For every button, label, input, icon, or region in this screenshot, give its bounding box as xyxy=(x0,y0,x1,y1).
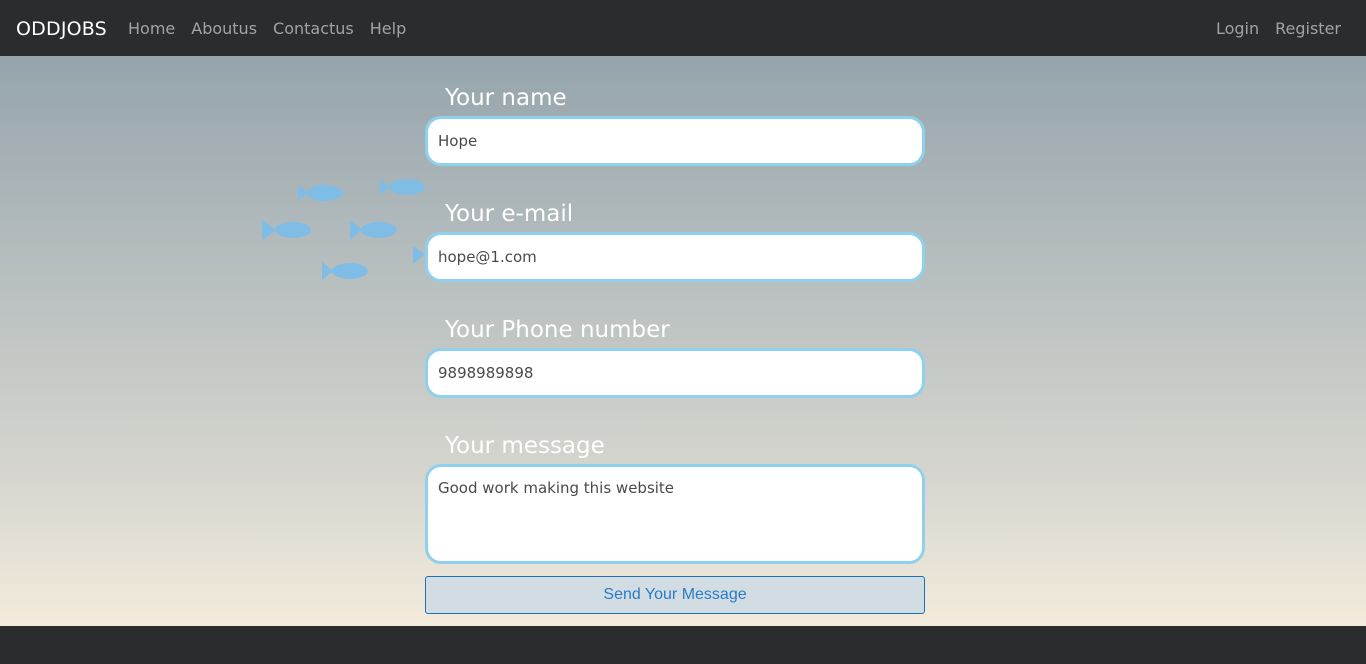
top-navbar: ODDJOBS Home Aboutus Contactus Help Logi… xyxy=(0,0,1366,56)
email-field-group: Your e-mail xyxy=(425,196,925,282)
send-message-button[interactable]: Send Your Message xyxy=(425,576,925,614)
phone-input[interactable] xyxy=(425,348,925,398)
fish-icon xyxy=(298,185,343,201)
email-input[interactable] xyxy=(425,232,925,282)
nav-link-contactus[interactable]: Contactus xyxy=(273,19,354,38)
name-field-group: Your name xyxy=(425,80,925,166)
phone-field-group: Your Phone number xyxy=(425,312,925,398)
fish-icon xyxy=(350,220,397,240)
fish-icon xyxy=(380,179,425,195)
name-label: Your name xyxy=(445,85,567,111)
message-label: Your message xyxy=(445,433,605,459)
nav-link-login[interactable]: Login xyxy=(1216,19,1259,38)
contact-form: Your name Your e-mail Your Phone number … xyxy=(425,80,925,614)
name-input[interactable] xyxy=(425,116,925,166)
message-field-group: Your message Good work making this websi… xyxy=(425,428,925,568)
phone-label: Your Phone number xyxy=(445,317,670,343)
message-textarea[interactable]: Good work making this website xyxy=(425,464,925,564)
nav-link-home[interactable]: Home xyxy=(128,19,175,38)
fish-icon xyxy=(262,220,311,240)
nav-left-links: Home Aboutus Contactus Help xyxy=(128,19,422,38)
nav-right-links: Login Register xyxy=(1200,19,1341,38)
fish-icon xyxy=(413,246,425,264)
brand-logo[interactable]: ODDJOBS xyxy=(16,18,107,40)
footer-bar xyxy=(0,626,1366,664)
email-label: Your e-mail xyxy=(445,201,574,227)
nav-link-aboutus[interactable]: Aboutus xyxy=(191,19,257,38)
nav-link-register[interactable]: Register xyxy=(1275,19,1341,38)
fish-icon xyxy=(322,262,368,280)
nav-link-help[interactable]: Help xyxy=(370,19,406,38)
